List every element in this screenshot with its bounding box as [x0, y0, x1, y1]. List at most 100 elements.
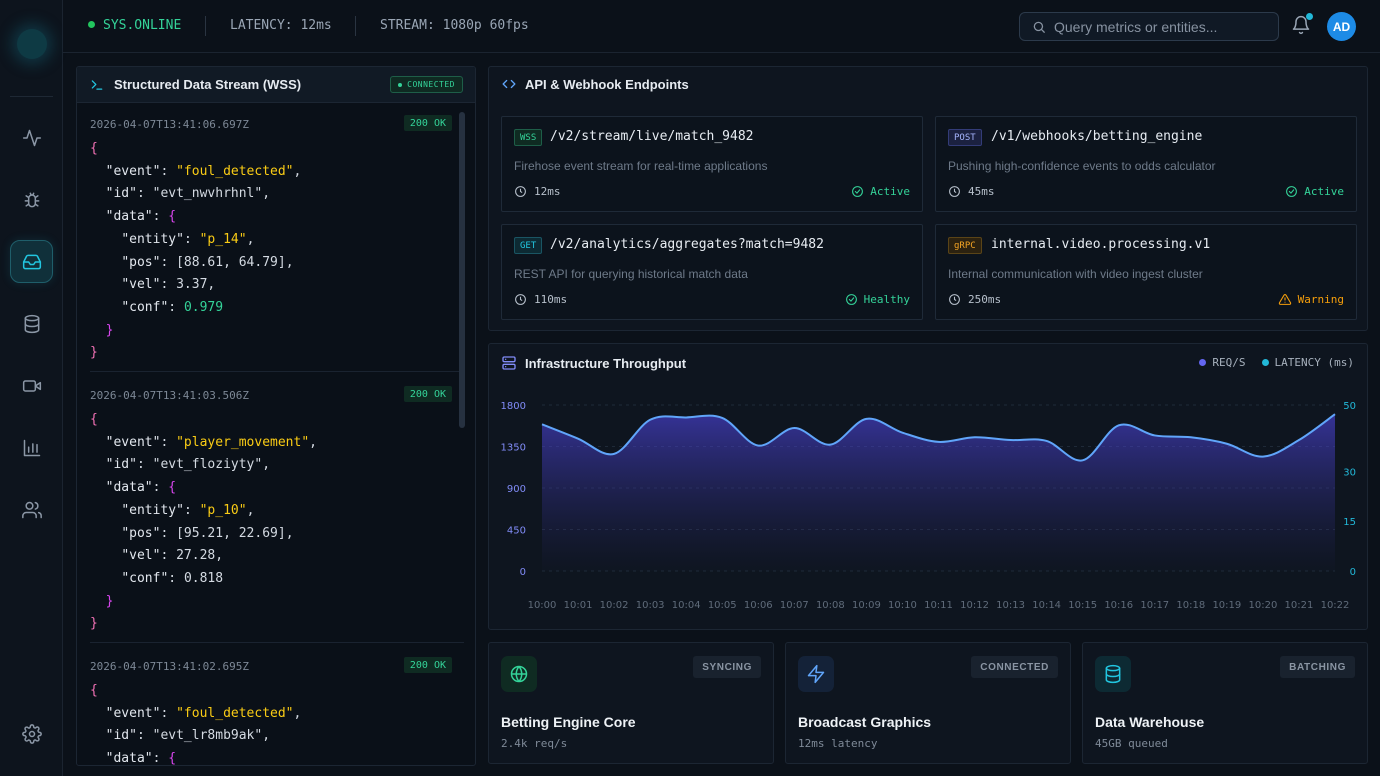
method-badge: GET: [514, 237, 543, 254]
stream-indicator: STREAM: 1080p 60fps: [380, 18, 529, 33]
event-json: { "event": "player_movement", "id": "evt…: [90, 412, 317, 632]
inbox-icon: [22, 254, 41, 269]
search-input[interactable]: [1054, 18, 1269, 35]
x-tick-label: 10:10: [888, 600, 917, 611]
status-dot: [88, 21, 95, 28]
throughput-title: Infrastructure Throughput: [525, 355, 687, 371]
zap-icon: [807, 664, 825, 684]
system-status: SYS.ONLINE: [88, 18, 181, 33]
endpoint-path: /v2/stream/live/match_9482: [550, 129, 754, 144]
check-circle-icon: [852, 186, 864, 197]
service-status-badge: BATCHING: [1280, 656, 1355, 678]
endpoint-latency: 45ms: [948, 185, 995, 198]
throughput-chart: 0 450 900 1350 1800 0 15 30 50 10:00 10:01 10:02 10:…: [501, 401, 1356, 611]
x-tick-label: 10:16: [1104, 600, 1133, 611]
service-metric: 12ms latency: [798, 737, 878, 750]
y-tick-label-right: 15: [1343, 517, 1356, 528]
stream-scrollbar[interactable]: [459, 112, 465, 428]
service-metric: 45GB queued: [1095, 737, 1168, 750]
nav-inbox[interactable]: [10, 240, 53, 283]
x-tick-label: 10:19: [1212, 600, 1241, 611]
activity-icon: [22, 129, 41, 146]
nav-analytics[interactable]: [10, 426, 53, 469]
code-icon: [502, 79, 516, 89]
service-card[interactable]: SYNCING Betting Engine Core 2.4k req/s: [488, 642, 774, 764]
x-tick-label: 10:12: [960, 600, 989, 611]
service-icon: [1095, 656, 1131, 692]
notifications-button[interactable]: [1291, 13, 1313, 37]
endpoint-description: Pushing high-confidence events to odds c…: [948, 159, 1216, 173]
series-area-req: [542, 414, 1335, 571]
y-tick-label-left: 900: [507, 484, 526, 495]
endpoint-description: Internal communication with video ingest…: [948, 267, 1203, 281]
nav-users[interactable]: [10, 488, 53, 531]
endpoint-card[interactable]: WSS /v2/stream/live/match_9482 Firehose …: [501, 116, 923, 212]
x-tick-label: 10:03: [636, 600, 665, 611]
search-icon: [1033, 21, 1045, 33]
divider: [90, 642, 464, 643]
endpoints-header: API & Webhook Endpoints: [489, 67, 1367, 101]
nav-activity[interactable]: [10, 116, 53, 159]
x-tick-label: 10:11: [924, 600, 953, 611]
search-box[interactable]: [1019, 12, 1279, 41]
terminal-icon: [91, 79, 103, 90]
nav-video[interactable]: [10, 364, 53, 407]
endpoint-latency: 250ms: [948, 293, 1001, 306]
endpoint-status: Warning: [1278, 293, 1344, 306]
nav-database[interactable]: [10, 302, 53, 345]
endpoint-card[interactable]: gRPC internal.video.processing.v1 Intern…: [935, 224, 1357, 320]
endpoint-card[interactable]: POST /v1/webhooks/betting_engine Pushing…: [935, 116, 1357, 212]
latency-indicator: LATENCY: 12ms: [230, 18, 332, 33]
method-badge: POST: [948, 129, 982, 146]
y-tick-label-right: 50: [1343, 401, 1356, 412]
event-json: { "event": "foul_detected", "id": "evt_l…: [90, 683, 302, 766]
endpoint-path: /v1/webhooks/betting_engine: [991, 129, 1203, 144]
x-tick-label: 10:14: [1032, 600, 1061, 611]
service-status-badge: SYNCING: [693, 656, 761, 678]
event-timestamp: 2026-04-07T13:41:02.695Z: [90, 660, 249, 673]
chart-legend: REQ/S LATENCY (ms): [1199, 356, 1354, 369]
x-tick-label: 10:04: [672, 600, 701, 611]
database-icon: [1105, 664, 1121, 684]
event-timestamp: 2026-04-07T13:41:03.506Z: [90, 389, 249, 402]
x-tick-label: 10:09: [852, 600, 881, 611]
endpoints-panel: API & Webhook Endpoints WSS /v2/stream/l…: [488, 66, 1368, 331]
clock-icon: [949, 294, 960, 305]
nav-debug[interactable]: [10, 178, 53, 221]
service-title: Broadcast Graphics: [798, 714, 932, 730]
connection-badge: CONNECTED: [390, 76, 463, 93]
y-tick-label-right: 0: [1350, 567, 1356, 578]
stream-title: Structured Data Stream (WSS): [114, 77, 302, 92]
database-icon: [24, 314, 39, 333]
nav-settings[interactable]: [10, 712, 53, 755]
clock-icon: [515, 294, 526, 305]
endpoint-status: Healthy: [845, 293, 910, 306]
x-tick-label: 10:05: [708, 600, 737, 611]
endpoint-latency: 12ms: [514, 185, 561, 198]
stream-header: Structured Data Stream (WSS) CONNECTED: [77, 67, 475, 103]
server-icon: [502, 356, 516, 370]
service-status-badge: CONNECTED: [971, 656, 1058, 678]
sidebar-divider: [10, 96, 53, 97]
y-tick-label-left: 450: [507, 526, 526, 537]
endpoint-card[interactable]: GET /v2/analytics/aggregates?match=9482 …: [501, 224, 923, 320]
bar-chart-icon: [23, 439, 40, 456]
notification-dot: [1306, 13, 1313, 20]
divider: [205, 16, 206, 36]
y-tick-label-right: 30: [1343, 467, 1356, 478]
y-tick-label-left: 1350: [501, 443, 526, 454]
x-tick-label: 10:18: [1176, 600, 1205, 611]
service-card[interactable]: BATCHING Data Warehouse 45GB queued: [1082, 642, 1368, 764]
service-card[interactable]: CONNECTED Broadcast Graphics 12ms latenc…: [785, 642, 1071, 764]
check-circle-icon: [845, 294, 857, 305]
x-tick-label: 10:07: [780, 600, 809, 611]
divider: [90, 371, 464, 372]
x-tick-label: 10:01: [564, 600, 593, 611]
x-tick-label: 10:15: [1068, 600, 1097, 611]
user-avatar[interactable]: AD: [1327, 12, 1356, 41]
video-icon: [22, 379, 41, 392]
warning-icon: [1278, 294, 1291, 305]
y-tick-label-left: 1800: [501, 401, 526, 412]
bug-icon: [24, 192, 39, 207]
clock-icon: [515, 186, 526, 197]
